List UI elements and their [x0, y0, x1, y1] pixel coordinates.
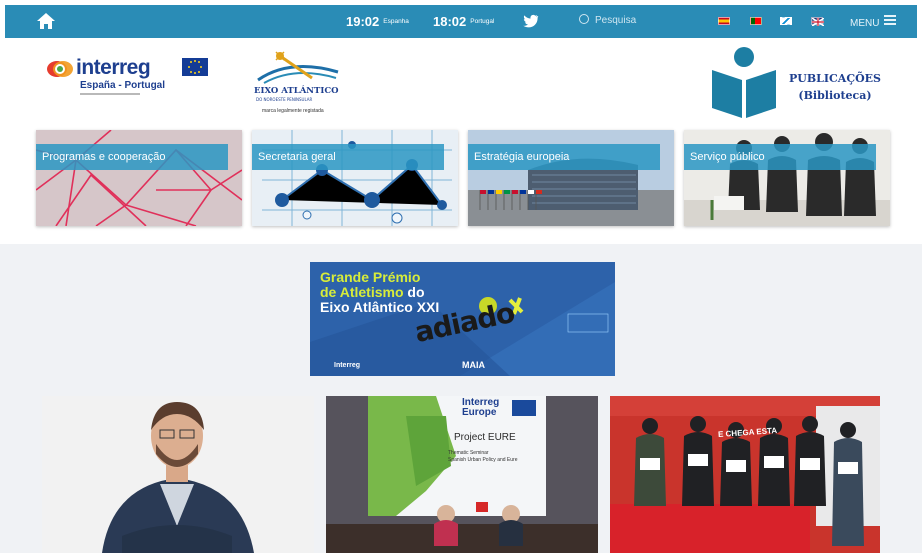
search-box[interactable]: Pesquisa	[579, 14, 636, 26]
atletismo-banner[interactable]: Grande Prémio de Atletismo do Eixo Atlân…	[310, 262, 615, 376]
home-icon[interactable]	[35, 11, 57, 31]
interreg-logo[interactable]: interreg España - Portugal	[46, 56, 216, 104]
eixo-registered: marca legalmente registada	[262, 108, 324, 114]
conf-brand-line-2: Europe	[462, 407, 497, 418]
eixo-atlantico-logo[interactable]: EIXO ATLÁNTICO DO NOROESTE PENINSULAR ma…	[250, 50, 345, 120]
tile-label: Estratégia europeia	[468, 144, 660, 170]
clock-city: Espanha	[383, 18, 409, 26]
publications-link[interactable]: PUBLICAÇÕES (Biblioteca)	[789, 70, 881, 104]
tile-secretaria[interactable]: Secretaria geral	[252, 130, 458, 226]
protest-photo[interactable]: E CHEGA ESTA	[610, 396, 880, 553]
banner-line-2a: de Atletismo	[320, 284, 404, 300]
banner-sponsor-maia: MAIA	[462, 360, 485, 370]
clock-time: 19:02	[346, 14, 380, 29]
tile-label: Programas e cooperação	[36, 144, 228, 170]
clock-spain: 19:02 Espanha	[346, 13, 409, 31]
publications-subtitle: (Biblioteca)	[798, 89, 872, 102]
conf-title: Project EURE	[454, 432, 516, 443]
protest-group-image	[610, 396, 880, 553]
flag-galicia-icon[interactable]	[780, 17, 792, 25]
search-placeholder: Pesquisa	[595, 15, 637, 26]
hamburger-icon	[884, 15, 897, 27]
twitter-icon[interactable]	[523, 14, 539, 28]
menu-label: MENU	[850, 18, 880, 29]
top-bar: 19:02 Espanha 18:02 Portugal Pesquisa MENU	[5, 5, 917, 38]
eixo-subtitle: DO NOROESTE PENINSULAR	[256, 97, 313, 102]
conf-subtitle-line-2: Spanish Urban Policy and Eure	[448, 457, 518, 463]
banner-line-3: Eixo Atlântico XXI	[320, 299, 440, 315]
interreg-fineprint	[80, 93, 140, 95]
eixo-emblem-icon	[257, 51, 339, 84]
flag-spain-icon[interactable]	[718, 17, 730, 25]
interreg-emblem-icon	[47, 61, 73, 77]
clock-portugal: 18:02 Portugal	[433, 13, 494, 31]
flag-uk-icon[interactable]	[811, 17, 824, 26]
tile-label: Secretaria geral	[252, 144, 444, 170]
banner-line-1: Grande Prémio	[320, 269, 421, 285]
flag-portugal-icon[interactable]	[750, 17, 762, 25]
banner-line-2b: do	[403, 284, 425, 300]
conference-image	[326, 396, 598, 553]
conf-brand: Interreg Europe	[462, 398, 499, 418]
portrait-photo[interactable]	[42, 396, 314, 553]
conf-subtitle-line-1: Thematic Seminar	[448, 450, 489, 456]
tile-servico[interactable]: Serviço público	[684, 130, 890, 226]
tile-label: Serviço público	[684, 144, 876, 170]
man-portrait-image	[42, 396, 314, 553]
tile-programas[interactable]: Programas e cooperação	[36, 130, 242, 226]
interreg-subtitle: España - Portugal	[80, 80, 166, 91]
banner-sponsor-interreg: Interreg	[334, 362, 361, 369]
eu-flag-icon	[182, 58, 208, 76]
search-icon	[579, 14, 589, 24]
banner-heading: Grande Prémio de Atletismo do Eixo Atlân…	[320, 270, 439, 315]
publications-title: PUBLICAÇÕES	[789, 72, 881, 85]
eixo-name: EIXO ATLÁNTICO	[254, 86, 339, 96]
menu-button[interactable]: MENU	[850, 15, 897, 29]
clock-city: Portugal	[470, 18, 495, 26]
banner-footer: Interreg MAIA	[310, 358, 615, 376]
conf-subtitle: Thematic Seminar Spanish Urban Policy an…	[448, 450, 518, 464]
tile-estrategia[interactable]: Estratégia europeia	[468, 130, 674, 226]
clock-time: 18:02	[433, 14, 467, 29]
conference-photo[interactable]: Interreg Europe Project EURE Thematic Se…	[326, 396, 598, 553]
book-reader-icon[interactable]	[710, 46, 778, 118]
interreg-wordmark: interreg	[76, 56, 151, 79]
